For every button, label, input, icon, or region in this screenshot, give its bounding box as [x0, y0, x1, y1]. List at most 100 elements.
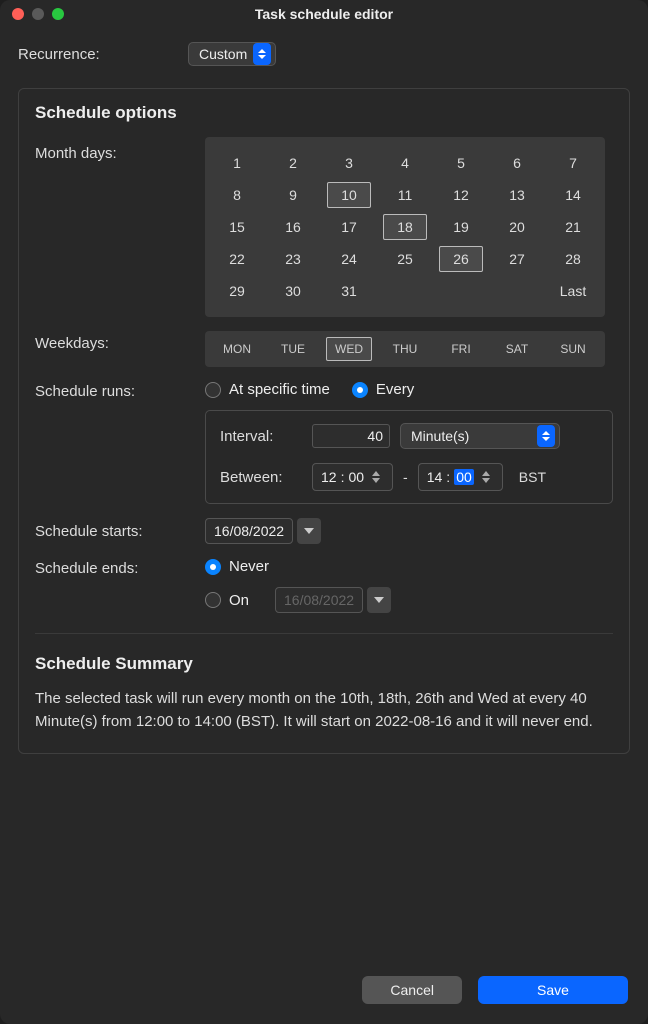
month-day-9[interactable]: 9 — [271, 182, 315, 208]
month-days-row: Month days: 1234567891011121314151617181… — [35, 137, 613, 317]
month-day-10[interactable]: 10 — [327, 182, 371, 208]
month-day-30[interactable]: 30 — [271, 278, 315, 304]
between-label: Between: — [220, 469, 302, 486]
month-day-24[interactable]: 24 — [327, 246, 371, 272]
schedule-ends-controls: Never On 16/08/2022 — [205, 558, 391, 613]
schedule-starts-date[interactable]: 16/08/2022 — [205, 518, 293, 544]
interval-unit-select[interactable]: Minute(s) — [400, 423, 560, 449]
month-day-6[interactable]: 6 — [495, 150, 539, 176]
month-day-1[interactable]: 1 — [215, 150, 259, 176]
month-day-13[interactable]: 13 — [495, 182, 539, 208]
timezone-label: BST — [519, 469, 546, 485]
recurrence-select[interactable]: Custom — [188, 42, 276, 66]
month-day-12[interactable]: 12 — [439, 182, 483, 208]
schedule-options-fieldset: Schedule options Month days: 12345678910… — [18, 88, 630, 754]
summary-heading: Schedule Summary — [35, 654, 613, 674]
schedule-ends-never[interactable]: Never — [205, 558, 391, 575]
select-stepper-icon — [253, 43, 271, 65]
month-day-last[interactable]: Last — [551, 278, 595, 304]
separator — [35, 633, 613, 634]
schedule-runs-row: Schedule runs: At specific time Every — [35, 381, 613, 504]
schedule-ends-on-label: On — [229, 592, 269, 609]
close-window-button[interactable] — [12, 8, 24, 20]
month-day-21[interactable]: 21 — [551, 214, 595, 240]
month-day-15[interactable]: 15 — [215, 214, 259, 240]
month-day-28[interactable]: 28 — [551, 246, 595, 272]
month-day-4[interactable]: 4 — [383, 150, 427, 176]
run-mode-every-label: Every — [376, 381, 414, 398]
interval-box: Interval: Minute(s) Between: — [205, 410, 613, 504]
task-schedule-editor-window: Task schedule editor Recurrence: Custom … — [0, 0, 648, 1024]
interval-row: Interval: Minute(s) — [220, 423, 598, 449]
minimize-window-button[interactable] — [32, 8, 44, 20]
month-day-empty — [439, 278, 483, 304]
schedule-starts-row: Schedule starts: 16/08/2022 — [35, 518, 613, 544]
time-stepper[interactable] — [482, 471, 498, 483]
schedule-starts-field-wrap: 16/08/2022 — [205, 518, 321, 544]
radio-icon — [205, 592, 221, 608]
chevron-down-icon — [374, 597, 384, 603]
month-day-17[interactable]: 17 — [327, 214, 371, 240]
weekdays-grid: MON TUE WED THU FRI SAT SUN — [205, 331, 605, 367]
weekday-sun[interactable]: SUN — [550, 337, 596, 361]
traffic-lights — [12, 8, 64, 20]
month-day-31[interactable]: 31 — [327, 278, 371, 304]
weekday-tue[interactable]: TUE — [270, 337, 316, 361]
month-day-23[interactable]: 23 — [271, 246, 315, 272]
weekdays-label: Weekdays: — [35, 331, 205, 352]
month-day-8[interactable]: 8 — [215, 182, 259, 208]
from-hour: 12 — [321, 469, 337, 485]
maximize-window-button[interactable] — [52, 8, 64, 20]
weekday-fri[interactable]: FRI — [438, 337, 484, 361]
schedule-runs-label: Schedule runs: — [35, 381, 205, 400]
schedule-ends-label: Schedule ends: — [35, 558, 205, 577]
weekday-wed[interactable]: WED — [326, 337, 372, 361]
recurrence-label: Recurrence: — [18, 46, 188, 63]
weekdays-row: Weekdays: MON TUE WED THU FRI SAT SUN — [35, 331, 613, 367]
dialog-footer: Cancel Save — [0, 962, 648, 1024]
schedule-ends-never-label: Never — [229, 558, 269, 575]
schedule-ends-on-date[interactable]: 16/08/2022 — [275, 587, 363, 613]
to-minute: 00 — [454, 469, 474, 485]
month-day-11[interactable]: 11 — [383, 182, 427, 208]
weekday-sat[interactable]: SAT — [494, 337, 540, 361]
month-day-3[interactable]: 3 — [327, 150, 371, 176]
month-day-25[interactable]: 25 — [383, 246, 427, 272]
month-day-18[interactable]: 18 — [383, 214, 427, 240]
month-day-14[interactable]: 14 — [551, 182, 595, 208]
from-minute: 00 — [348, 469, 364, 485]
month-day-26[interactable]: 26 — [439, 246, 483, 272]
month-day-empty — [495, 278, 539, 304]
month-days-grid: 1234567891011121314151617181920212223242… — [205, 137, 605, 317]
run-mode-every[interactable]: Every — [352, 381, 414, 398]
schedule-ends-on[interactable]: On 16/08/2022 — [205, 587, 391, 613]
cancel-button[interactable]: Cancel — [362, 976, 462, 1004]
run-mode-specific-time[interactable]: At specific time — [205, 381, 330, 398]
between-to-time[interactable]: 14:00 — [418, 463, 503, 491]
time-stepper[interactable] — [372, 471, 388, 483]
interval-input[interactable] — [312, 424, 390, 448]
interval-unit-value: Minute(s) — [411, 428, 469, 444]
recurrence-row: Recurrence: Custom — [18, 42, 630, 66]
month-day-7[interactable]: 7 — [551, 150, 595, 176]
month-day-16[interactable]: 16 — [271, 214, 315, 240]
month-day-19[interactable]: 19 — [439, 214, 483, 240]
weekday-mon[interactable]: MON — [214, 337, 260, 361]
between-dash: - — [403, 469, 408, 485]
schedule-starts-label: Schedule starts: — [35, 523, 205, 540]
save-button[interactable]: Save — [478, 976, 628, 1004]
month-day-22[interactable]: 22 — [215, 246, 259, 272]
month-day-20[interactable]: 20 — [495, 214, 539, 240]
weekday-thu[interactable]: THU — [382, 337, 428, 361]
month-day-5[interactable]: 5 — [439, 150, 483, 176]
schedule-starts-picker-button[interactable] — [297, 518, 321, 544]
month-day-29[interactable]: 29 — [215, 278, 259, 304]
schedule-ends-picker-button[interactable] — [367, 587, 391, 613]
radio-icon — [352, 382, 368, 398]
month-day-27[interactable]: 27 — [495, 246, 539, 272]
schedule-ends-row: Schedule ends: Never On 16/08/2022 — [35, 558, 613, 613]
between-from-time[interactable]: 12:00 — [312, 463, 393, 491]
month-day-2[interactable]: 2 — [271, 150, 315, 176]
titlebar: Task schedule editor — [0, 0, 648, 28]
chevron-down-icon — [304, 528, 314, 534]
